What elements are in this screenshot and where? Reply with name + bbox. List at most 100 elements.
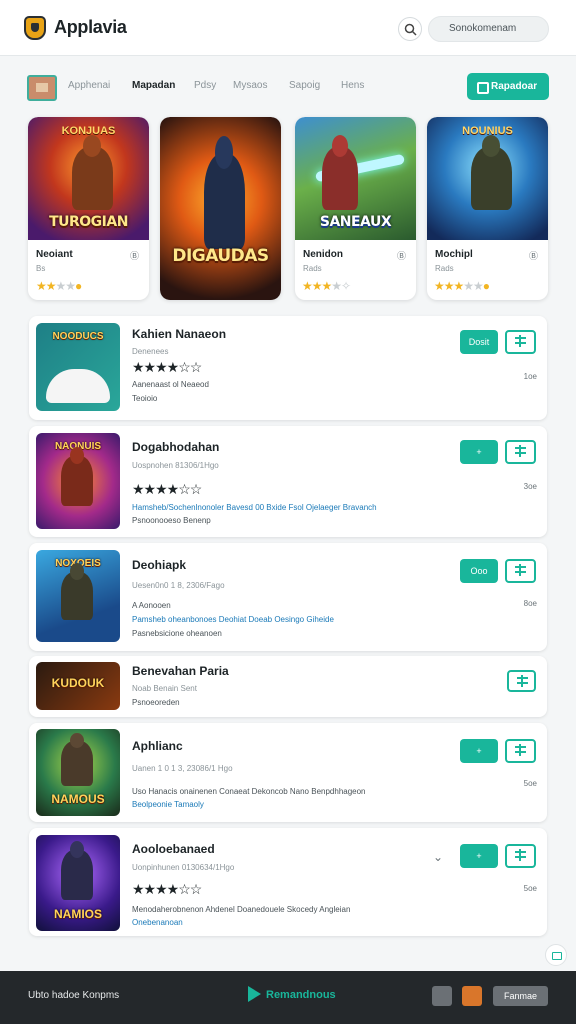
- app-description: A Aonooen: [132, 601, 171, 610]
- artwork-title: SANEAUX: [319, 214, 392, 230]
- app-description: Psnoonooeso Benenp: [132, 516, 211, 525]
- character-figure: [61, 572, 94, 620]
- featured-card[interactable]: SANEAUX Nenidon Rads Ⓑ: [295, 117, 416, 300]
- install-button[interactable]: Ooo: [460, 559, 498, 583]
- footer-gray-button[interactable]: [432, 986, 452, 1006]
- app-link[interactable]: Beolpeonie Tamaoly: [132, 800, 432, 809]
- search-input[interactable]: Sonokomenam: [428, 16, 549, 42]
- tab-apphenai[interactable]: Apphenai: [68, 80, 110, 91]
- footer-action-button[interactable]: Fanmae: [493, 986, 548, 1006]
- featured-card[interactable]: KONJUAS TUROGIAN Neoiant Bs Ⓑ: [28, 117, 149, 300]
- game-artwork: SANEAUX: [295, 117, 416, 240]
- game-artwork: KONJUAS TUROGIAN: [28, 117, 149, 240]
- chat-icon[interactable]: [545, 944, 567, 966]
- tab-mapadan[interactable]: Mapadan: [132, 80, 175, 91]
- options-button[interactable]: [505, 559, 536, 583]
- app-meta: Uesen0n0 1 8, 2306/Fago: [132, 581, 225, 590]
- download-count: 5oe: [523, 779, 537, 788]
- character-figure: [61, 741, 94, 787]
- featured-card[interactable]: DIGAUDAS: [160, 117, 281, 300]
- download-count: 8oe: [523, 599, 537, 608]
- thumbnail-title: NAMIOS: [54, 907, 102, 921]
- app-thumbnail: NOXOEIS: [36, 550, 120, 642]
- app-description: Uso Hanacis onainenen Conaeat Dekoncob N…: [132, 787, 366, 796]
- app-thumbnail: NAMIOS: [36, 835, 120, 931]
- app-title: Kahien Nanaeon: [132, 327, 227, 341]
- app-link[interactable]: Onebenanoan: [132, 918, 432, 927]
- chevron-down-icon[interactable]: ⌄: [433, 850, 443, 864]
- app-meta: Noab Benain Sent: [132, 684, 197, 693]
- app-title: Aphlianc: [132, 739, 183, 753]
- thumbnail-title: KUDOUK: [51, 676, 105, 690]
- app-description: Menodaherobnenon Ahdenel Doanedouele Sko…: [132, 905, 351, 914]
- options-button[interactable]: [505, 440, 536, 464]
- options-button[interactable]: [507, 670, 536, 692]
- download-count: 5oe: [523, 884, 537, 893]
- app-list-item[interactable]: KUDOUK Benevahan Paria Noab Benain Sent …: [29, 656, 547, 717]
- featured-badge-icon: Ⓑ: [129, 251, 139, 261]
- app-list-item[interactable]: NAONUIS Dogabhodahan Uospnohen 81306/1Hg…: [29, 426, 547, 537]
- rating-stars: ★★★★●: [36, 279, 82, 293]
- app-list-item[interactable]: NOODUCS Kahien Nanaeon Denenees ★★★★☆☆ A…: [29, 316, 547, 420]
- options-button[interactable]: [505, 739, 536, 763]
- app-link[interactable]: Pamsheb oheanbonoes Deohiat Doeab Oesing…: [132, 615, 432, 624]
- add-button[interactable]: +: [460, 844, 498, 868]
- app-list-item[interactable]: NAMIOS Aooloebanaed Uonpinhunen 0130634/…: [29, 828, 547, 936]
- character-figure: [61, 456, 94, 506]
- featured-name: Neoiant: [36, 249, 73, 260]
- tab-sapoig[interactable]: Sapoig: [289, 80, 320, 91]
- app-meta: Denenees: [132, 347, 169, 356]
- rating-stars: ★★★★☆☆: [132, 359, 202, 375]
- options-button[interactable]: [505, 844, 536, 868]
- rating-stars: ★★★★★●: [434, 279, 490, 293]
- thumbnail-title: NOODUCS: [52, 331, 104, 342]
- featured-card[interactable]: NOUNIUS Mochipl Rads Ⓑ: [427, 117, 548, 300]
- app-meta: Uospnohen 81306/1Hgo: [132, 461, 219, 470]
- tab-pdsy[interactable]: Pdsy: [194, 80, 216, 91]
- app-list-item[interactable]: NAMOUS Aphlianc Uanen 1 0 1 3, 23086/1 H…: [29, 723, 547, 822]
- app-link[interactable]: Hamsheb/Sochenlnonoler Bavesd 00 Bxide F…: [132, 503, 432, 512]
- options-button[interactable]: [505, 330, 536, 354]
- app-title: Applavia: [54, 17, 127, 37]
- featured-name: Nenidon: [303, 249, 343, 260]
- artwork-title: TUROGIAN: [49, 214, 128, 230]
- install-button[interactable]: +: [460, 739, 498, 763]
- app-thumbnail: NAONUIS: [36, 433, 120, 529]
- featured-badge-icon: Ⓑ: [396, 251, 406, 261]
- tab-mysaos[interactable]: Mysaos: [233, 80, 267, 91]
- character-figure: [203, 153, 245, 249]
- app-logo-icon[interactable]: [24, 16, 46, 40]
- footer-text: Ubto hadoe Konpms: [28, 990, 120, 1001]
- character-figure: [470, 146, 512, 211]
- download-count: 3oe: [523, 482, 537, 491]
- featured-sub: Bs: [36, 264, 46, 273]
- cta-button[interactable]: Rapadoar: [467, 73, 549, 100]
- app-meta: Uanen 1 0 1 3, 23086/1 Hgo: [132, 764, 233, 773]
- add-button[interactable]: +: [460, 440, 498, 464]
- footer-orange-button[interactable]: [462, 986, 482, 1006]
- install-button[interactable]: Dosit: [460, 330, 498, 354]
- app-description-2: Pasnebsicione oheanoen: [132, 629, 222, 638]
- app-title: Deohiapk: [132, 558, 187, 572]
- game-artwork: DIGAUDAS: [160, 117, 281, 300]
- search-icon[interactable]: [398, 17, 422, 41]
- character-figure: [71, 146, 113, 211]
- rating-stars: ★★★★☆☆: [132, 881, 202, 897]
- category-icon[interactable]: [27, 75, 57, 101]
- app-title: Benevahan Paria: [132, 664, 229, 678]
- thumbnail-title: NAMOUS: [51, 792, 105, 806]
- tab-hens[interactable]: Hens: [341, 80, 364, 91]
- app-description: Psnoeoreden: [132, 698, 180, 707]
- footer-play-label[interactable]: Remandnous: [266, 989, 336, 1001]
- character-figure: [321, 146, 358, 211]
- rating-stars: ★★★★✧: [302, 279, 351, 293]
- featured-badge-icon: Ⓑ: [528, 251, 538, 261]
- app-title: Aooloebanaed: [132, 842, 215, 856]
- app-list-item[interactable]: NOXOEIS Deohiapk Uesen0n0 1 8, 2306/Fago…: [29, 543, 547, 651]
- character-figure: [61, 850, 94, 901]
- featured-sub: Rads: [303, 264, 322, 273]
- play-icon[interactable]: [248, 986, 261, 1002]
- game-artwork: NOUNIUS: [427, 117, 548, 240]
- download-count: 1oe: [523, 372, 537, 381]
- artwork-title: DIGAUDAS: [172, 246, 269, 266]
